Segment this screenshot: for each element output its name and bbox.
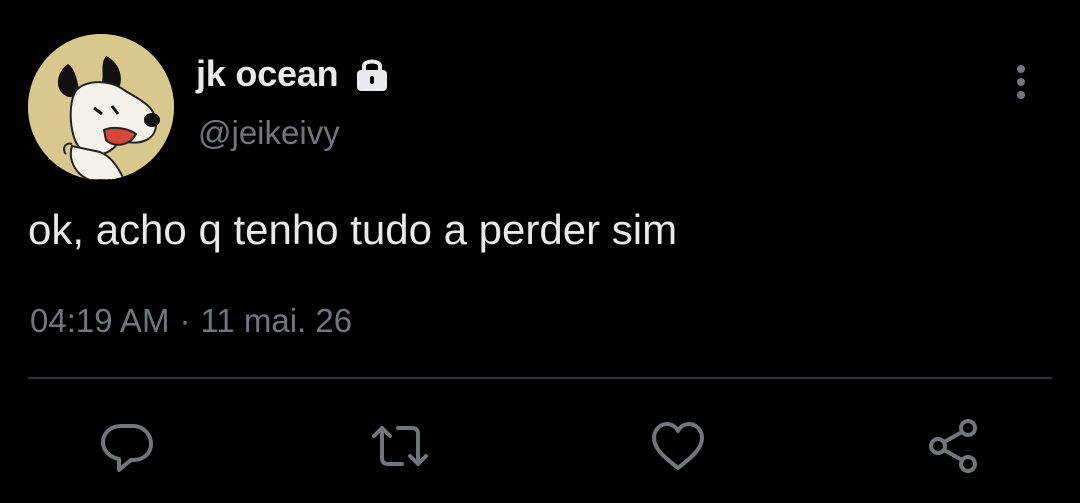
more-options-button[interactable] [1004, 60, 1038, 104]
tweet: jk ocean @jeikeivy ok, acho q tenho tudo… [0, 0, 1080, 503]
user-handle[interactable]: @jeikeivy [198, 114, 340, 152]
lock-icon [352, 54, 392, 94]
share-button[interactable] [924, 418, 984, 474]
more-vertical-icon [1017, 65, 1025, 99]
tweet-date[interactable]: 11 mai. 26 [200, 302, 352, 339]
tweet-text: ok, acho q tenho tudo a perder sim [28, 206, 678, 253]
retweet-icon [372, 426, 428, 466]
share-icon [929, 419, 977, 473]
like-button[interactable] [648, 418, 708, 474]
tweet-time[interactable]: 04:19 AM [30, 302, 169, 339]
avatar[interactable] [28, 34, 174, 180]
retweet-button[interactable] [370, 418, 430, 474]
divider [28, 377, 1052, 379]
reply-button[interactable] [97, 418, 157, 474]
like-icon [652, 422, 704, 470]
tweet-meta: 04:19 AM · 11 mai. 26 [30, 302, 352, 340]
display-name-row: jk ocean [196, 52, 392, 96]
reply-icon [101, 424, 153, 472]
snoopy-avatar-icon [28, 34, 174, 180]
display-name[interactable]: jk ocean [196, 53, 339, 95]
meta-separator: · [179, 302, 191, 339]
